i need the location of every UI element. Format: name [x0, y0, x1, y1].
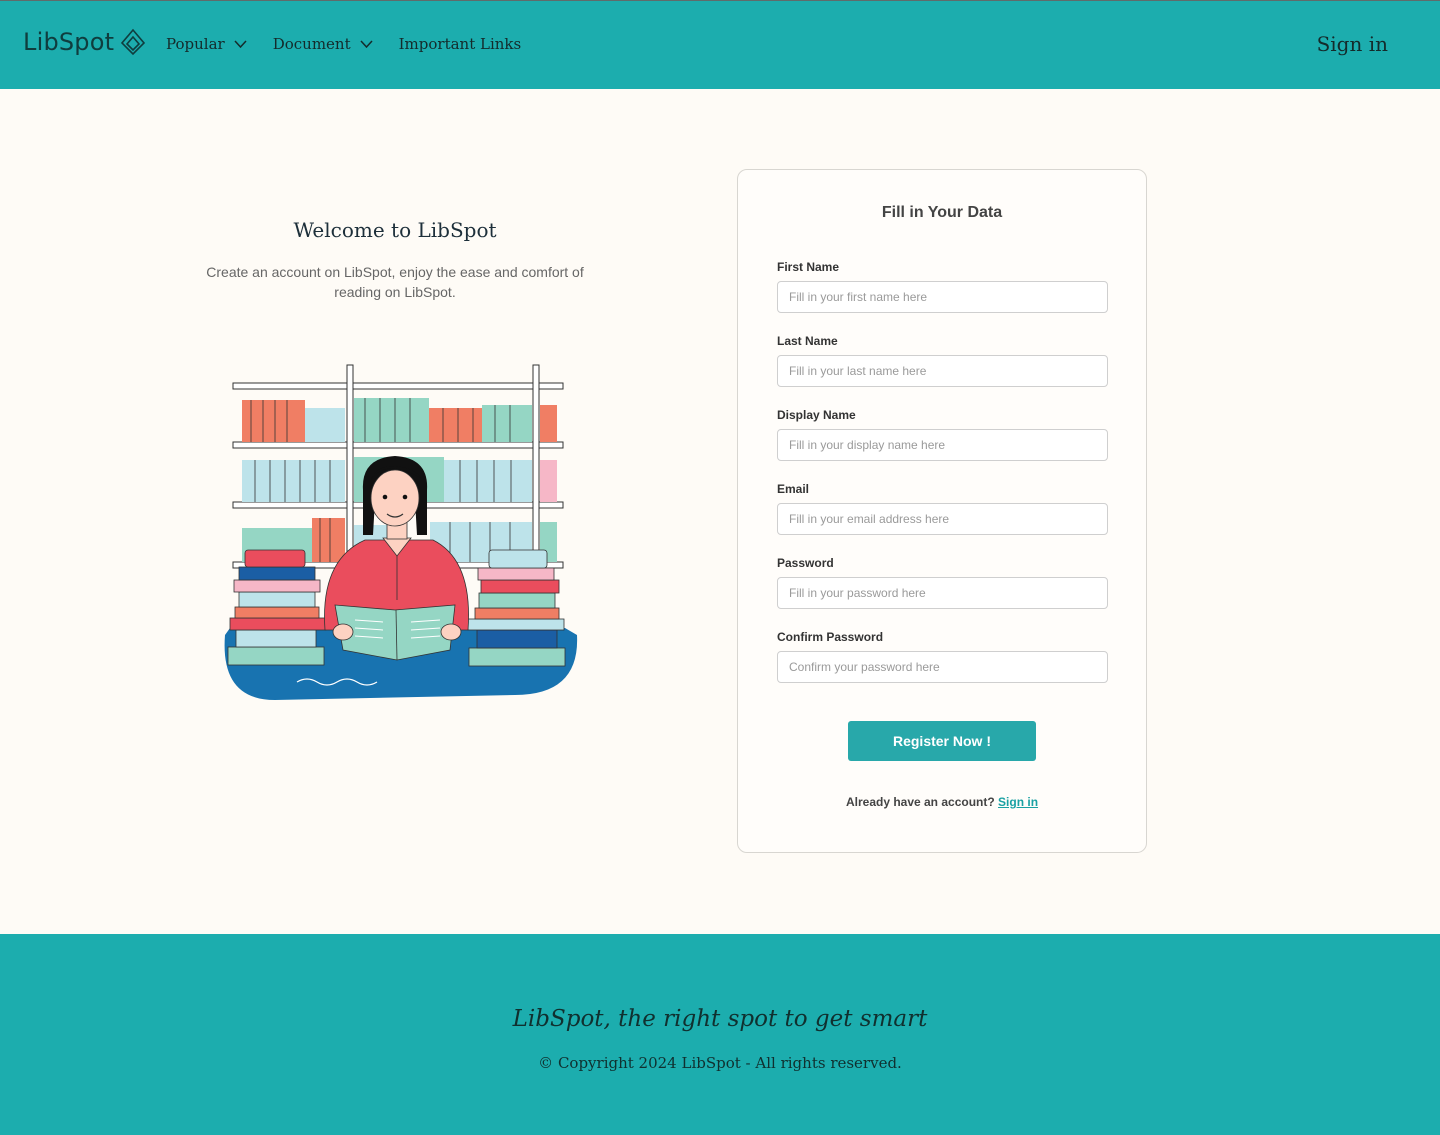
nav-document[interactable]: Document: [273, 35, 373, 53]
last-name-input[interactable]: [777, 355, 1108, 387]
confirm-password-field-group: Confirm Password: [777, 630, 1108, 683]
nav-document-label: Document: [272, 35, 351, 53]
first-name-input[interactable]: [777, 281, 1108, 313]
logo-text: LibSpot: [23, 28, 115, 56]
footer-copyright: © Copyright 2024 LibSpot - All rights re…: [538, 1054, 902, 1072]
email-label: Email: [777, 482, 810, 496]
register-button[interactable]: Register Now !: [848, 721, 1036, 761]
signin-link[interactable]: Sign in: [998, 795, 1038, 809]
confirm-password-label: Confirm Password: [777, 630, 884, 644]
password-input[interactable]: [777, 577, 1108, 609]
chevron-down-icon: [360, 40, 373, 48]
chevron-down-icon: [234, 40, 247, 48]
display-name-field-group: Display Name: [777, 408, 1108, 461]
last-name-field-group: Last Name: [777, 334, 1108, 387]
password-label: Password: [777, 556, 834, 570]
already-account-text: Already have an account?: [845, 795, 995, 809]
confirm-password-input[interactable]: [777, 651, 1108, 683]
first-name-label: First Name: [777, 260, 840, 274]
welcome-subtitle: Create an account on LibSpot, enjoy the …: [206, 264, 584, 300]
form-title: Fill in Your Data: [881, 204, 1003, 221]
nav-popular-label: Popular: [166, 35, 225, 53]
welcome-title: Welcome to LibSpot: [293, 218, 497, 242]
nav-important-links[interactable]: Important Links: [399, 35, 522, 53]
main-nav: Popular Document Important Links: [166, 35, 521, 53]
signin-header-link[interactable]: Sign in: [1317, 32, 1388, 56]
last-name-label: Last Name: [777, 334, 838, 348]
already-account-row: Already have an account? Sign in: [738, 795, 1146, 809]
reading-illustration: [224, 364, 578, 700]
password-field-group: Password: [777, 556, 1108, 609]
email-field-group: Email: [777, 482, 1108, 535]
first-name-field-group: First Name: [777, 260, 1108, 313]
email-input[interactable]: [777, 503, 1108, 535]
display-name-input[interactable]: [777, 429, 1108, 461]
welcome-section: Welcome to LibSpot Create an account on …: [160, 218, 630, 302]
nav-popular[interactable]: Popular: [166, 35, 247, 53]
display-name-label: Display Name: [777, 408, 856, 422]
footer: LibSpot, the right spot to get smart © C…: [0, 934, 1440, 1135]
nav-important-links-label: Important Links: [398, 35, 522, 53]
footer-tagline: LibSpot, the right spot to get smart: [512, 1006, 928, 1032]
registration-form: Fill in Your Data First Name Last Name D…: [737, 169, 1147, 853]
logo-drop-icon: [121, 28, 146, 56]
logo[interactable]: LibSpot: [23, 28, 146, 56]
top-navbar: LibSpot Popular Document Important Links…: [0, 0, 1440, 89]
